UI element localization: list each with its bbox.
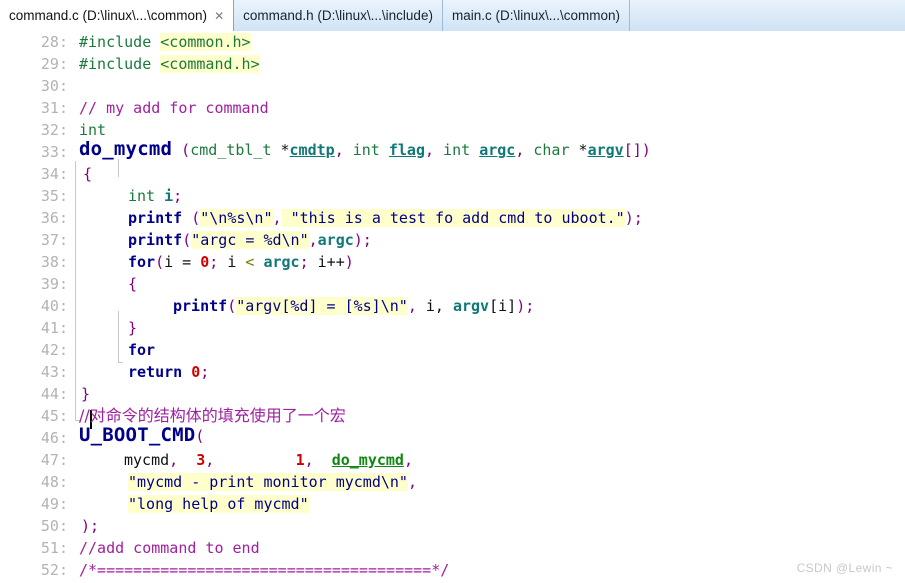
code-line[interactable]: 40: printf("argv[%d] = [%s]\n", i, argv[…: [0, 295, 905, 317]
tab-label: command.h (D:\linux\...\include): [243, 8, 433, 23]
line-content: int i;: [128, 187, 183, 205]
code-line[interactable]: 31: // my add for command: [0, 97, 905, 119]
line-content: mycmd, 3, 1, do_mycmd,: [124, 451, 413, 469]
line-content: //add command to end: [79, 539, 260, 557]
line-content: }: [81, 385, 91, 403]
code-line[interactable]: 34: {: [0, 163, 905, 185]
line-number: 37:: [40, 231, 68, 249]
code-line[interactable]: 46: U_BOOT_CMD(: [0, 424, 905, 449]
line-content: #include <common.h>: [79, 33, 251, 51]
line-number: 47:: [40, 451, 68, 469]
code-line[interactable]: 28: #include <common.h>: [0, 31, 905, 53]
line-number: 51:: [40, 539, 68, 557]
line-number: 45:: [40, 407, 68, 425]
code-line[interactable]: 35: int i;: [0, 185, 905, 207]
line-content: printf("argc = %d\n",argc);: [128, 231, 372, 249]
line-content: "mycmd - print monitor mycmd\n",: [128, 473, 417, 491]
line-number: 28:: [40, 33, 68, 51]
tab-bar: command.c (D:\linux\...\common) ✕ comman…: [0, 0, 905, 31]
line-number: 49:: [40, 495, 68, 513]
line-number: 34:: [40, 165, 68, 183]
code-line[interactable]: 48: "mycmd - print monitor mycmd\n",: [0, 471, 905, 493]
line-number: 42:: [40, 341, 68, 359]
line-number: 35:: [40, 187, 68, 205]
line-content: for: [128, 341, 156, 359]
line-content: );: [81, 517, 100, 535]
code-editor[interactable]: 28: #include <common.h> 29: #include <co…: [0, 31, 905, 583]
code-line[interactable]: 30:: [0, 75, 905, 97]
line-number: 46:: [40, 429, 68, 447]
line-number: 29:: [40, 55, 68, 73]
line-content: do_mycmd (cmd_tbl_t *cmdtp, int flag, in…: [79, 138, 651, 160]
line-content: #include <command.h>: [79, 55, 260, 73]
code-line[interactable]: 37: printf("argc = %d\n",argc);: [0, 229, 905, 251]
line-content: "long help of mycmd": [128, 495, 309, 513]
tab-bar-empty-area: [630, 0, 905, 31]
line-content: printf("argv[%d] = [%s]\n", i, argv[i]);: [173, 297, 535, 315]
line-number: 36:: [40, 209, 68, 227]
code-line[interactable]: 51: //add command to end: [0, 537, 905, 559]
code-line[interactable]: 33: do_mycmd (cmd_tbl_t *cmdtp, int flag…: [0, 138, 905, 163]
code-line[interactable]: 47: mycmd, 3, 1, do_mycmd,: [0, 449, 905, 471]
line-number: 52:: [40, 561, 68, 579]
tab-command-c[interactable]: command.c (D:\linux\...\common) ✕: [0, 0, 235, 31]
line-content: }: [128, 319, 138, 337]
tab-label: command.c (D:\linux\...\common): [9, 8, 208, 23]
line-number: 33:: [40, 143, 68, 161]
editor-window: command.c (D:\linux\...\common) ✕ comman…: [0, 0, 905, 583]
line-content: {: [128, 275, 138, 293]
line-number: 32:: [40, 121, 68, 139]
watermark: CSDN @Lewin ~: [796, 561, 893, 575]
code-line[interactable]: 36: printf ("\n%s\n", "this is a test fo…: [0, 207, 905, 229]
code-line[interactable]: 52: /*==================================…: [0, 559, 905, 581]
line-number: 41:: [40, 319, 68, 337]
line-number: 40:: [40, 297, 68, 315]
code-line[interactable]: 39: {: [0, 273, 905, 295]
line-number: 31:: [40, 99, 68, 117]
code-line[interactable]: 50: );: [0, 515, 905, 537]
line-content: U_BOOT_CMD(: [79, 424, 205, 446]
line-number: 44:: [40, 385, 68, 403]
line-number: 43:: [40, 363, 68, 381]
code-line[interactable]: 49: "long help of mycmd": [0, 493, 905, 515]
line-number: 30:: [40, 77, 68, 95]
code-line[interactable]: 43: return 0;: [0, 361, 905, 383]
tab-main-c[interactable]: main.c (D:\linux\...\common): [442, 0, 630, 31]
line-content: /*=====================================*…: [79, 561, 450, 579]
close-icon[interactable]: ✕: [214, 10, 224, 22]
code-line[interactable]: 44: }: [0, 383, 905, 405]
line-content: return 0;: [128, 363, 210, 381]
line-number: 38:: [40, 253, 68, 271]
line-content: for(i = 0; i < argc; i++): [128, 253, 354, 271]
code-line[interactable]: 41: }: [0, 317, 905, 339]
line-number: 50:: [40, 517, 68, 535]
code-line[interactable]: 42: for: [0, 339, 905, 361]
code-line[interactable]: 38: for(i = 0; i < argc; i++): [0, 251, 905, 273]
line-number: 48:: [40, 473, 68, 491]
tab-label: main.c (D:\linux\...\common): [451, 8, 620, 23]
line-content: // my add for command: [79, 99, 269, 117]
code-line[interactable]: 29: #include <command.h>: [0, 53, 905, 75]
line-content: {: [83, 165, 93, 183]
tab-command-h[interactable]: command.h (D:\linux\...\include): [234, 0, 443, 31]
line-content: printf ("\n%s\n", "this is a test fo add…: [128, 209, 643, 227]
line-number: 39:: [40, 275, 68, 293]
